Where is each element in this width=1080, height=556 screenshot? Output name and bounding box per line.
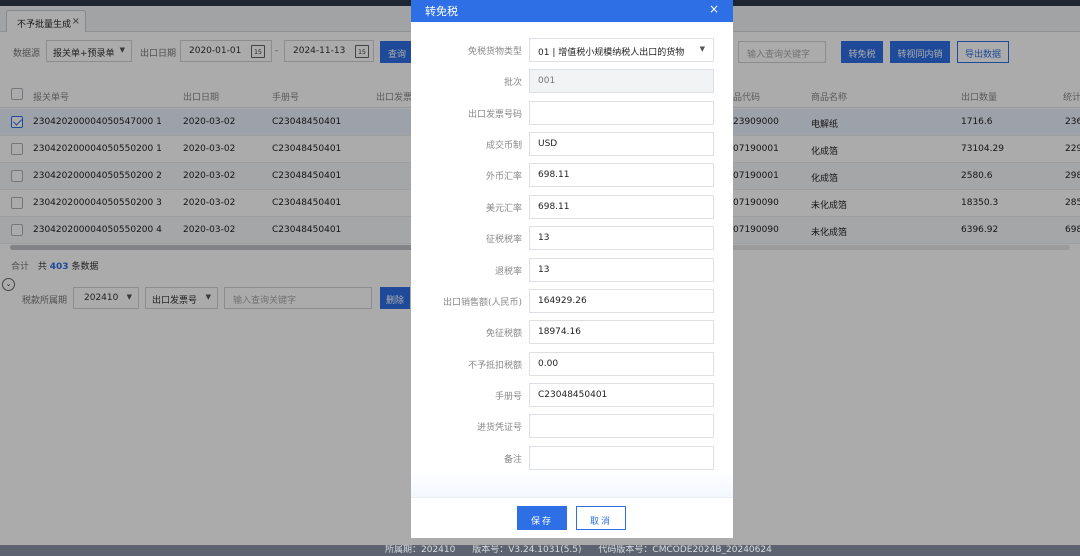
currency-field[interactable]: USD: [529, 132, 714, 156]
form-row-levy-rate: 征税税率 13: [411, 226, 733, 250]
field-label: 美元汇率: [485, 204, 522, 214]
form-row-remark: 备注: [411, 446, 733, 470]
form-row-currency: 成交币制 USD: [411, 132, 733, 156]
cancel-button[interactable]: 取消: [576, 506, 626, 530]
goods-type-select[interactable]: 01 | 增值税小规模纳税人出口的货物 ▼: [529, 38, 714, 62]
non-deductible-field[interactable]: 0.00: [529, 352, 714, 376]
purchase-voucher-field[interactable]: [529, 414, 714, 438]
field-label: 出口发票号码: [467, 110, 522, 120]
fx-rate-field[interactable]: 698.11: [529, 163, 714, 187]
form-row-manual-no: 手册号 C23048450401: [411, 383, 733, 407]
form-row-goods-type: 免税货物类型 01 | 增值税小规模纳税人出口的货物 ▼: [411, 38, 733, 62]
field-label: 免征税额: [485, 329, 522, 339]
field-label: 外币汇率: [485, 172, 522, 182]
usd-rate-field[interactable]: 698.11: [529, 195, 714, 219]
exempt-tax-field[interactable]: 18974.16: [529, 320, 714, 344]
form-row-batch: 批次 001: [411, 69, 733, 93]
field-label: 备注: [503, 455, 522, 465]
field-label: 手册号: [494, 392, 522, 402]
field-label: 不予抵扣税额: [467, 361, 522, 371]
form-row-purchase-voucher: 进货凭证号: [411, 414, 733, 438]
chevron-down-icon: ▼: [699, 45, 705, 53]
dialog-title: 转免税: [425, 5, 458, 18]
close-icon[interactable]: ×: [709, 2, 719, 16]
field-label: 征税税率: [485, 235, 522, 245]
invoice-no-field[interactable]: [529, 101, 714, 125]
dialog-footer: 保存 取消: [411, 497, 733, 538]
form-row-invoice-no: 出口发票号码: [411, 101, 733, 125]
footer-code-version: 代码版本号：CMCODE2024B_20240624: [598, 545, 772, 555]
batch-field: 001: [529, 69, 714, 93]
form-row-non-deductible: 不予抵扣税额 0.00: [411, 352, 733, 376]
field-value: 01 | 增值税小规模纳税人出口的货物: [538, 48, 685, 58]
field-label: 退税率: [494, 267, 522, 277]
dialog-header: 转免税 ×: [411, 0, 733, 22]
remark-field[interactable]: [529, 446, 714, 470]
form-row-refund-rate: 退税率 13: [411, 258, 733, 282]
levy-rate-field[interactable]: 13: [529, 226, 714, 250]
form-row-sales-amount: 出口销售额(人民币) 164929.26: [411, 289, 733, 313]
footer-period: 所属期：202410: [385, 545, 456, 555]
taxfree-dialog: 转免税 × 免税货物类型 01 | 增值税小规模纳税人出口的货物 ▼ 批次 00…: [411, 0, 733, 538]
sales-amount-field[interactable]: 164929.26: [529, 289, 714, 313]
field-label: 免税货物类型: [467, 47, 522, 57]
field-label: 进货凭证号: [476, 423, 522, 433]
field-label: 出口销售额(人民币): [442, 298, 522, 308]
footer-version: 版本号：V3.24.1031(5.5): [472, 545, 582, 555]
save-button[interactable]: 保存: [517, 506, 567, 530]
field-label: 批次: [503, 78, 522, 88]
field-label: 成交币制: [485, 141, 522, 151]
form-row-fx-rate: 外币汇率 698.11: [411, 163, 733, 187]
dialog-body-fade: [411, 470, 733, 497]
manual-no-field[interactable]: C23048450401: [529, 383, 714, 407]
refund-rate-field[interactable]: 13: [529, 258, 714, 282]
form-row-exempt-tax: 免征税额 18974.16: [411, 320, 733, 344]
form-row-usd-rate: 美元汇率 698.11: [411, 195, 733, 219]
status-footer: 所属期：202410 版本号：V3.24.1031(5.5) 代码版本号：CMC…: [0, 545, 1080, 556]
